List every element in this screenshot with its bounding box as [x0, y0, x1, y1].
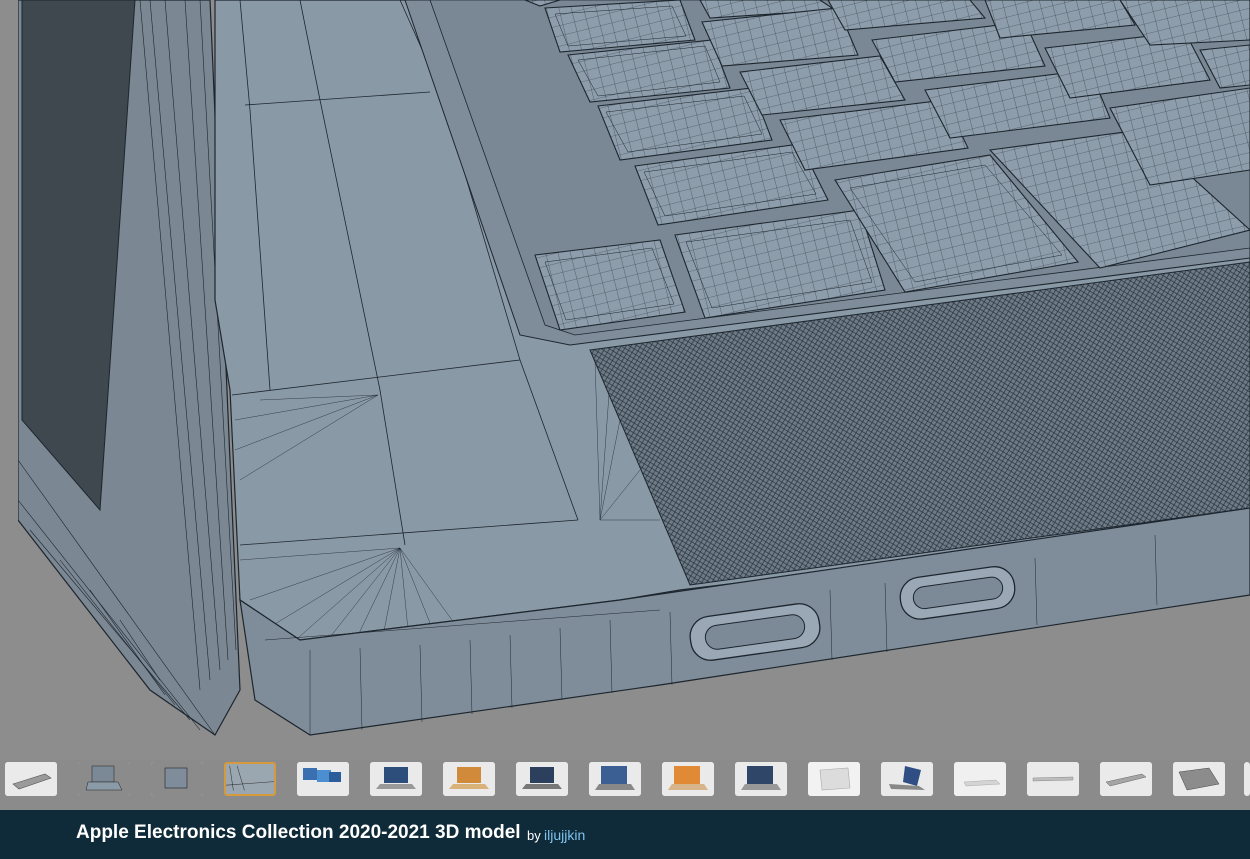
thumbnail-macbook-side-angle[interactable]	[881, 762, 933, 796]
thumbnail-macbook-open-wide[interactable]	[735, 762, 787, 796]
thumbnail-macbook-flat-silver[interactable]	[1027, 762, 1079, 796]
thumbnail-macbook-gold-open[interactable]	[662, 762, 714, 796]
model-viewport[interactable]	[0, 0, 1250, 760]
product-title: Apple Electronics Collection 2020-2021 3…	[76, 822, 521, 843]
by-label: by	[527, 828, 541, 843]
thumbnail-macbook-spacegray[interactable]	[516, 762, 568, 796]
thumbnail-wireframe-laptop-open[interactable]	[78, 762, 130, 796]
author-link[interactable]: iljujjkin	[544, 827, 585, 843]
thumbnail-wireframe-mac-mini[interactable]	[151, 762, 203, 796]
thumbnail-macbook-front[interactable]	[370, 762, 422, 796]
thumbnail-next-partial[interactable]	[1244, 762, 1250, 796]
thumbnail-strip	[0, 760, 1250, 810]
thumbnail-macbook-keyboard-angle[interactable]	[1173, 762, 1225, 796]
thumbnail-macbook-closed-silver[interactable]	[808, 762, 860, 796]
thumbnail-macbook-gold[interactable]	[443, 762, 495, 796]
thumbnail-laptop-closed-gray[interactable]	[5, 762, 57, 796]
thumbnail-macbook-closed-white[interactable]	[954, 762, 1006, 796]
thumbnail-macbook-open-angle[interactable]	[589, 762, 641, 796]
thumbnail-wireframe-keyboard-closeup[interactable]	[224, 762, 276, 796]
wireframe-render	[0, 0, 1250, 760]
thumbnail-macbook-flat-gray[interactable]	[1100, 762, 1152, 796]
thumbnail-laptop-trio[interactable]	[297, 762, 349, 796]
viewport-edge	[0, 0, 18, 760]
title-bar: Apple Electronics Collection 2020-2021 3…	[0, 810, 1250, 859]
